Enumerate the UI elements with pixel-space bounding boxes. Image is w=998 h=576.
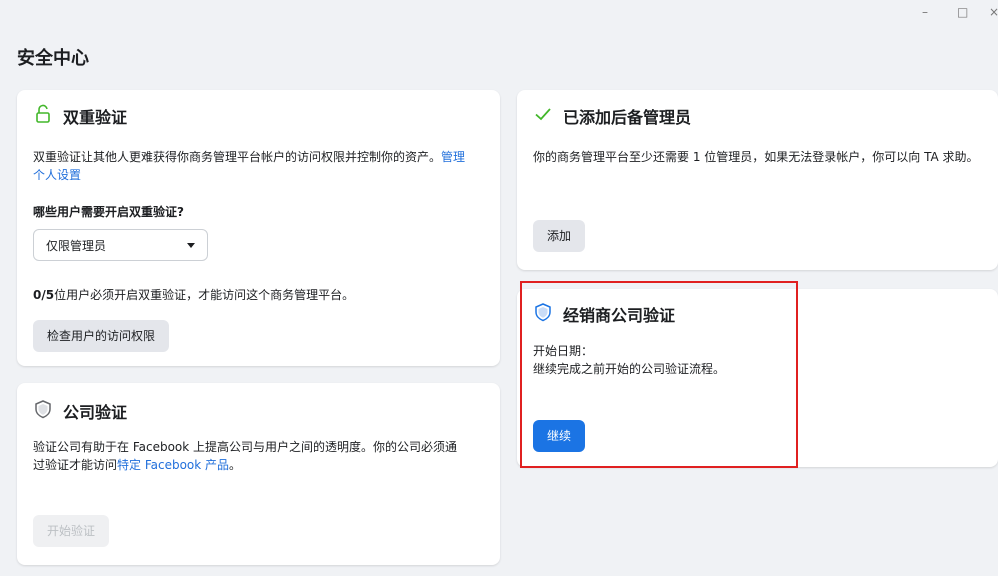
dropdown-value: 仅限管理员 (46, 238, 107, 253)
two-factor-card: 双重验证 双重验证让其他人更难获得你商务管理平台帐户的访问权限并控制你的资产。管… (17, 90, 500, 366)
backup-admin-title: 已添加后备管理员 (563, 108, 692, 127)
add-admin-button[interactable]: 添加 (533, 220, 586, 252)
chevron-down-icon (187, 242, 195, 248)
checkmark-icon (533, 104, 553, 128)
shield-icon (533, 302, 553, 326)
company-verification-title: 公司验证 (63, 403, 128, 422)
backup-admin-card: 已添加后备管理员 你的商务管理平台至少还需要 1 位管理员，如果无法登录帐户，你… (517, 90, 998, 270)
two-factor-title: 双重验证 (63, 108, 128, 127)
shield-icon (33, 399, 53, 423)
dealer-verification-title: 经销商公司验证 (563, 306, 676, 325)
specific-products-link[interactable]: 特定 Facebook 产品 (117, 458, 229, 472)
continue-button[interactable]: 继续 (533, 420, 586, 452)
dealer-verification-card: 经销商公司验证 开始日期： 继续完成之前开始的公司验证流程。 继续 (517, 289, 998, 467)
page-title: 安全中心 (17, 48, 89, 69)
unlock-icon (33, 104, 53, 128)
start-verification-button[interactable]: 开始验证 (33, 515, 110, 547)
two-factor-description: 双重验证让其他人更难获得你商务管理平台帐户的访问权限并控制你的资产。管理个人设置 (33, 150, 466, 182)
close-button[interactable]: × (989, 4, 998, 20)
two-factor-question: 哪些用户需要开启双重验证? (33, 205, 184, 219)
backup-admin-description: 你的商务管理平台至少还需要 1 位管理员，如果无法登录帐户，你可以向 TA 求助… (533, 150, 979, 164)
window-titlebar: – □ × (0, 0, 998, 26)
dealer-verification-description: 继续完成之前开始的公司验证流程。 (533, 362, 726, 376)
maximize-button[interactable]: □ (957, 4, 968, 20)
minimize-button[interactable]: – (922, 4, 928, 20)
company-verification-description: 验证公司有助于在 Facebook 上提高公司与用户之间的透明度。你的公司必须通… (33, 440, 458, 472)
company-verification-card: 公司验证 验证公司有助于在 Facebook 上提高公司与用户之间的透明度。你的… (17, 383, 500, 565)
start-date-label: 开始日期： (533, 344, 594, 358)
two-factor-requirement-dropdown[interactable]: 仅限管理员 (33, 229, 208, 261)
two-factor-status: 0/5位用户必须开启双重验证，才能访问这个商务管理平台。 (33, 288, 355, 302)
check-user-access-button[interactable]: 检查用户的访问权限 (33, 320, 170, 352)
